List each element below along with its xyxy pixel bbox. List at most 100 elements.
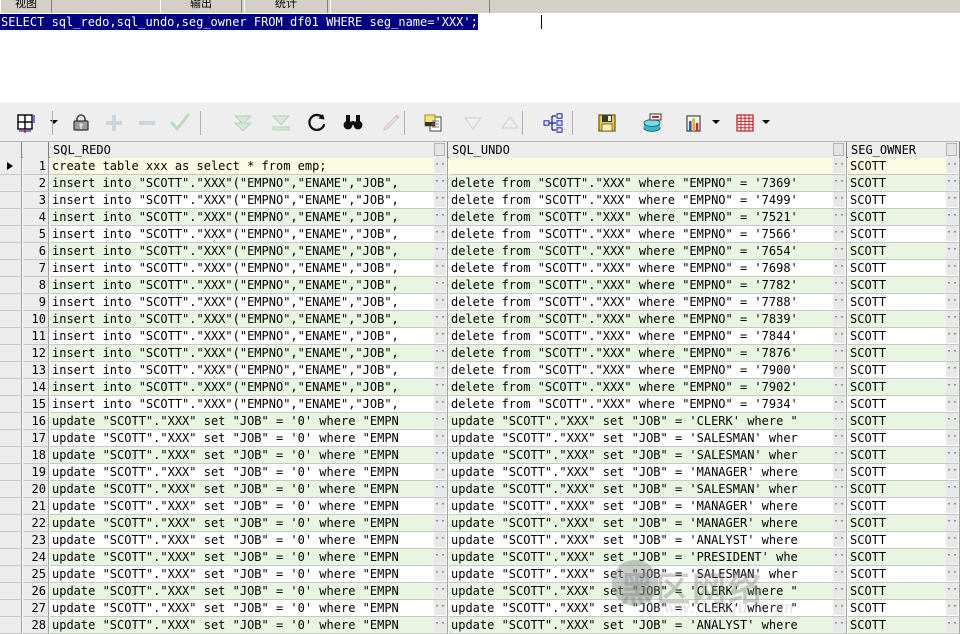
database-export-icon[interactable] [640,110,666,136]
cell-expand-ellipsis[interactable]: ··· [946,515,959,530]
cell-expand-ellipsis[interactable]: ··· [946,617,959,632]
column-resize-grip[interactable] [833,143,844,156]
cell-seg_owner[interactable]: SCOTT ··· [848,328,960,345]
cell-seg_owner[interactable]: SCOTT ··· [848,532,960,549]
cell-sql_undo[interactable]: delete from "SCOTT"."XXX" where "EMPNO" … [449,345,847,362]
cell-expand-ellipsis[interactable]: ··· [946,566,959,581]
row-indicator-cell[interactable] [0,311,22,328]
row-indicator-cell[interactable] [0,260,22,277]
cell-seg_owner[interactable]: SCOTT ··· [848,430,960,447]
cell-expand-ellipsis[interactable]: ··· [833,481,846,496]
cell-sql_undo[interactable]: delete from "SCOTT"."XXX" where "EMPNO" … [449,379,847,396]
cell-expand-ellipsis[interactable]: ··· [833,158,846,173]
cell-expand-ellipsis[interactable]: ··· [833,362,846,377]
cell-sql_undo[interactable]: update "SCOTT"."XXX" set "JOB" = 'ANALYS… [449,617,847,634]
cell-expand-ellipsis[interactable]: ··· [946,362,959,377]
sql-query-bar[interactable]: SELECT sql_redo,sql_undo,seg_owner FROM … [0,13,960,30]
row-indicator-cell[interactable] [0,600,22,617]
cell-sql_redo[interactable]: insert into "SCOTT"."XXX"("EMPNO","ENAME… [50,175,448,192]
cell-expand-ellipsis[interactable]: ··· [946,209,959,224]
column-header-sql_redo[interactable]: SQL_REDO [50,142,448,158]
cell-seg_owner[interactable]: SCOTT ··· [848,515,960,532]
table-row[interactable]: 23 update "SCOTT"."XXX" set "JOB" = '0' w… [0,532,960,549]
table-row[interactable]: 9 insert into "SCOTT"."XXX"("EMPNO","ENAM… [0,294,960,311]
table-row[interactable]: 10 insert into "SCOTT"."XXX"("EMPNO","ENA… [0,311,960,328]
column-header-indicator[interactable] [0,142,22,158]
refresh-icon[interactable] [304,110,330,136]
cell-expand-ellipsis[interactable]: ··· [434,243,447,258]
cell-expand-ellipsis[interactable]: ··· [833,583,846,598]
cell-expand-ellipsis[interactable]: ··· [434,158,447,173]
cell-sql_redo[interactable]: update "SCOTT"."XXX" set "JOB" = '0' whe… [50,413,448,430]
row-indicator-cell[interactable] [0,481,22,498]
row-indicator-cell[interactable] [0,396,22,413]
cell-expand-ellipsis[interactable]: ··· [946,498,959,513]
cell-expand-ellipsis[interactable]: ··· [833,617,846,632]
cell-sql_undo[interactable]: update "SCOTT"."XXX" set "JOB" = 'MANAGE… [449,498,847,515]
cell-sql_redo[interactable]: update "SCOTT"."XXX" set "JOB" = '0' whe… [50,498,448,515]
row-indicator-cell[interactable] [0,549,22,566]
cell-sql_redo[interactable]: insert into "SCOTT"."XXX"("EMPNO","ENAME… [50,260,448,277]
table-row[interactable]: 5 insert into "SCOTT"."XXX"("EMPNO","ENAM… [0,226,960,243]
cell-sql_redo[interactable]: update "SCOTT"."XXX" set "JOB" = '0' whe… [50,600,448,617]
find-binoculars-icon[interactable] [340,110,366,136]
table-row[interactable]: 12 insert into "SCOTT"."XXX"("EMPNO","ENA… [0,345,960,362]
cell-sql_undo[interactable]: update "SCOTT"."XXX" set "JOB" = 'CLERK'… [449,600,847,617]
cell-seg_owner[interactable]: SCOTT ··· [848,209,960,226]
cell-sql_redo[interactable]: insert into "SCOTT"."XXX"("EMPNO","ENAME… [50,192,448,209]
cell-sql_redo[interactable]: insert into "SCOTT"."XXX"("EMPNO","ENAME… [50,243,448,260]
cell-expand-ellipsis[interactable]: ··· [946,413,959,428]
column-resize-grip[interactable] [434,143,445,156]
cell-expand-ellipsis[interactable]: ··· [946,549,959,564]
cell-seg_owner[interactable]: SCOTT ··· [848,379,960,396]
cell-expand-ellipsis[interactable]: ··· [833,396,846,411]
cell-sql_undo[interactable]: delete from "SCOTT"."XXX" where "EMPNO" … [449,294,847,311]
cell-sql_redo[interactable]: insert into "SCOTT"."XXX"("EMPNO","ENAME… [50,345,448,362]
cell-sql_redo[interactable]: insert into "SCOTT"."XXX"("EMPNO","ENAME… [50,209,448,226]
cell-expand-ellipsis[interactable]: ··· [833,192,846,207]
cell-sql_redo[interactable]: update "SCOTT"."XXX" set "JOB" = '0' whe… [50,532,448,549]
table-row[interactable]: 2 insert into "SCOTT"."XXX"("EMPNO","ENAM… [0,175,960,192]
cell-expand-ellipsis[interactable]: ··· [833,379,846,394]
cell-expand-ellipsis[interactable]: ··· [434,617,447,632]
cell-seg_owner[interactable]: SCOTT ··· [848,226,960,243]
cell-expand-ellipsis[interactable]: ··· [946,277,959,292]
table-row[interactable]: 1 create table xxx as select * from emp; ·… [0,158,960,175]
cell-sql_undo[interactable]: delete from "SCOTT"."XXX" where "EMPNO" … [449,192,847,209]
row-indicator-cell[interactable] [0,226,22,243]
cell-seg_owner[interactable]: SCOTT ··· [848,447,960,464]
chart-report-dropdown-caret[interactable] [712,120,720,124]
cell-expand-ellipsis[interactable]: ··· [434,192,447,207]
table-row[interactable]: 21 update "SCOTT"."XXX" set "JOB" = '0' w… [0,498,960,515]
column-header-seg_owner[interactable]: SEG_OWNER [848,142,960,158]
cell-expand-ellipsis[interactable]: ··· [833,566,846,581]
row-indicator-cell[interactable] [0,175,22,192]
cell-expand-ellipsis[interactable]: ··· [833,209,846,224]
cell-sql_redo[interactable]: insert into "SCOTT"."XXX"("EMPNO","ENAME… [50,328,448,345]
cell-sql_undo[interactable]: delete from "SCOTT"."XXX" where "EMPNO" … [449,328,847,345]
cell-expand-ellipsis[interactable]: ··· [946,175,959,190]
cell-sql_undo[interactable]: update "SCOTT"."XXX" set "JOB" = 'SALESM… [449,566,847,583]
cell-sql_undo[interactable]: update "SCOTT"."XXX" set "JOB" = 'MANAGE… [449,515,847,532]
table-row[interactable]: 7 insert into "SCOTT"."XXX"("EMPNO","ENAM… [0,260,960,277]
cell-expand-ellipsis[interactable]: ··· [946,600,959,615]
cell-expand-ellipsis[interactable]: ··· [833,464,846,479]
cell-expand-ellipsis[interactable]: ··· [434,532,447,547]
table-row[interactable]: 25 update "SCOTT"."XXX" set "JOB" = '0' w… [0,566,960,583]
cell-expand-ellipsis[interactable]: ··· [833,549,846,564]
cell-expand-ellipsis[interactable]: ··· [833,311,846,326]
cell-expand-ellipsis[interactable]: ··· [946,260,959,275]
cell-seg_owner[interactable]: SCOTT ··· [848,583,960,600]
row-indicator-cell[interactable] [0,464,22,481]
cell-seg_owner[interactable]: SCOTT ··· [848,396,960,413]
cell-expand-ellipsis[interactable]: ··· [833,600,846,615]
cell-expand-ellipsis[interactable]: ··· [434,277,447,292]
table-row[interactable]: 27 update "SCOTT"."XXX" set "JOB" = '0' w… [0,600,960,617]
cell-expand-ellipsis[interactable]: ··· [946,464,959,479]
cell-expand-ellipsis[interactable]: ··· [434,209,447,224]
row-indicator-cell[interactable] [0,192,22,209]
table-row[interactable]: 26 update "SCOTT"."XXX" set "JOB" = '0' w… [0,583,960,600]
row-indicator-cell[interactable] [0,430,22,447]
cell-expand-ellipsis[interactable]: ··· [434,481,447,496]
cell-expand-ellipsis[interactable]: ··· [434,515,447,530]
